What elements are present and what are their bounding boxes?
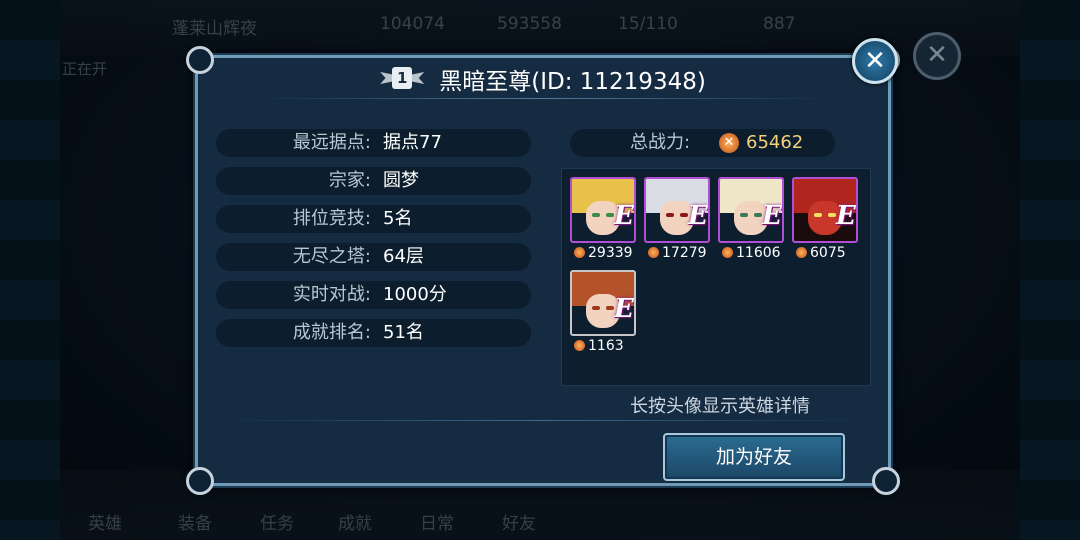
dialog-header: 1 黑暗至尊(ID: 11219348) bbox=[198, 62, 888, 96]
stat-row: 无尽之塔: 64层 bbox=[216, 243, 531, 271]
add-friend-button[interactable]: 加为好友 bbox=[663, 433, 845, 481]
power-icon bbox=[648, 247, 659, 258]
hero-lineup: E 29339 E 17279 E 11606 E 6075 E 1163 bbox=[561, 168, 871, 386]
hero-grade: E bbox=[836, 201, 856, 231]
rank-badge-icon: 1 bbox=[380, 67, 425, 91]
stat-value: 5名 bbox=[383, 208, 413, 229]
total-power-value: 65462 bbox=[746, 132, 804, 153]
stat-label: 实时对战: bbox=[292, 284, 371, 305]
hero-power: 1163 bbox=[570, 338, 636, 354]
hero-grade: E bbox=[688, 201, 708, 231]
close-icon[interactable]: ✕ bbox=[852, 38, 898, 84]
power-icon bbox=[574, 247, 585, 258]
power-icon bbox=[719, 133, 739, 153]
stat-label: 最远据点: bbox=[292, 132, 371, 153]
corner-ornament bbox=[872, 467, 900, 495]
corner-ornament bbox=[186, 467, 214, 495]
hero-portrait[interactable]: E bbox=[570, 177, 636, 243]
stat-label: 成就排名: bbox=[292, 322, 371, 343]
hero-grade: E bbox=[614, 201, 634, 231]
stat-row: 排位竞技: 5名 bbox=[216, 205, 531, 233]
hero-portrait[interactable]: E bbox=[570, 270, 636, 336]
stat-value: 据点77 bbox=[383, 132, 442, 153]
stat-value: 64层 bbox=[383, 246, 424, 267]
power-icon bbox=[796, 247, 807, 258]
hero-power: 29339 bbox=[570, 245, 636, 261]
hero-grade: E bbox=[614, 294, 634, 324]
stat-label: 无尽之塔: bbox=[292, 246, 371, 267]
hero-portrait[interactable]: E bbox=[792, 177, 858, 243]
power-icon bbox=[574, 340, 585, 351]
divider bbox=[258, 98, 828, 99]
hero-card[interactable]: E 17279 bbox=[644, 177, 710, 261]
stat-value: 51名 bbox=[383, 322, 424, 343]
stat-label: 排位竞技: bbox=[292, 208, 371, 229]
rank-number: 1 bbox=[392, 67, 413, 89]
stat-row: 最远据点: 据点77 bbox=[216, 129, 531, 157]
stat-value: 1000分 bbox=[383, 284, 447, 305]
hero-card[interactable]: E 11606 bbox=[718, 177, 784, 261]
hero-portrait[interactable]: E bbox=[644, 177, 710, 243]
hero-card[interactable]: E 6075 bbox=[792, 177, 858, 261]
hero-portrait[interactable]: E bbox=[718, 177, 784, 243]
stat-row: 宗家: 圆梦 bbox=[216, 167, 531, 195]
background-close-icon: ✕ bbox=[913, 32, 961, 80]
hero-card[interactable]: E 29339 bbox=[570, 177, 636, 261]
total-power: 总战力: 65462 bbox=[570, 129, 835, 157]
hint-text: 长按头像显示英雄详情 bbox=[630, 396, 810, 417]
total-power-label: 总战力: bbox=[630, 132, 691, 153]
hero-power: 17279 bbox=[644, 245, 710, 261]
stat-row: 实时对战: 1000分 bbox=[216, 281, 531, 309]
stat-label: 宗家: bbox=[328, 170, 371, 191]
hero-power: 6075 bbox=[792, 245, 858, 261]
hero-grade: E bbox=[762, 201, 782, 231]
stat-row: 成就排名: 51名 bbox=[216, 319, 531, 347]
stat-value: 圆梦 bbox=[383, 170, 419, 191]
divider bbox=[218, 420, 868, 421]
hero-card[interactable]: E 1163 bbox=[570, 270, 636, 354]
power-icon bbox=[722, 247, 733, 258]
hero-power: 11606 bbox=[718, 245, 784, 261]
player-info-dialog: 1 黑暗至尊(ID: 11219348) 最远据点: 据点77 宗家: 圆梦 排… bbox=[186, 46, 900, 495]
player-title: 黑暗至尊(ID: 11219348) bbox=[439, 69, 706, 95]
